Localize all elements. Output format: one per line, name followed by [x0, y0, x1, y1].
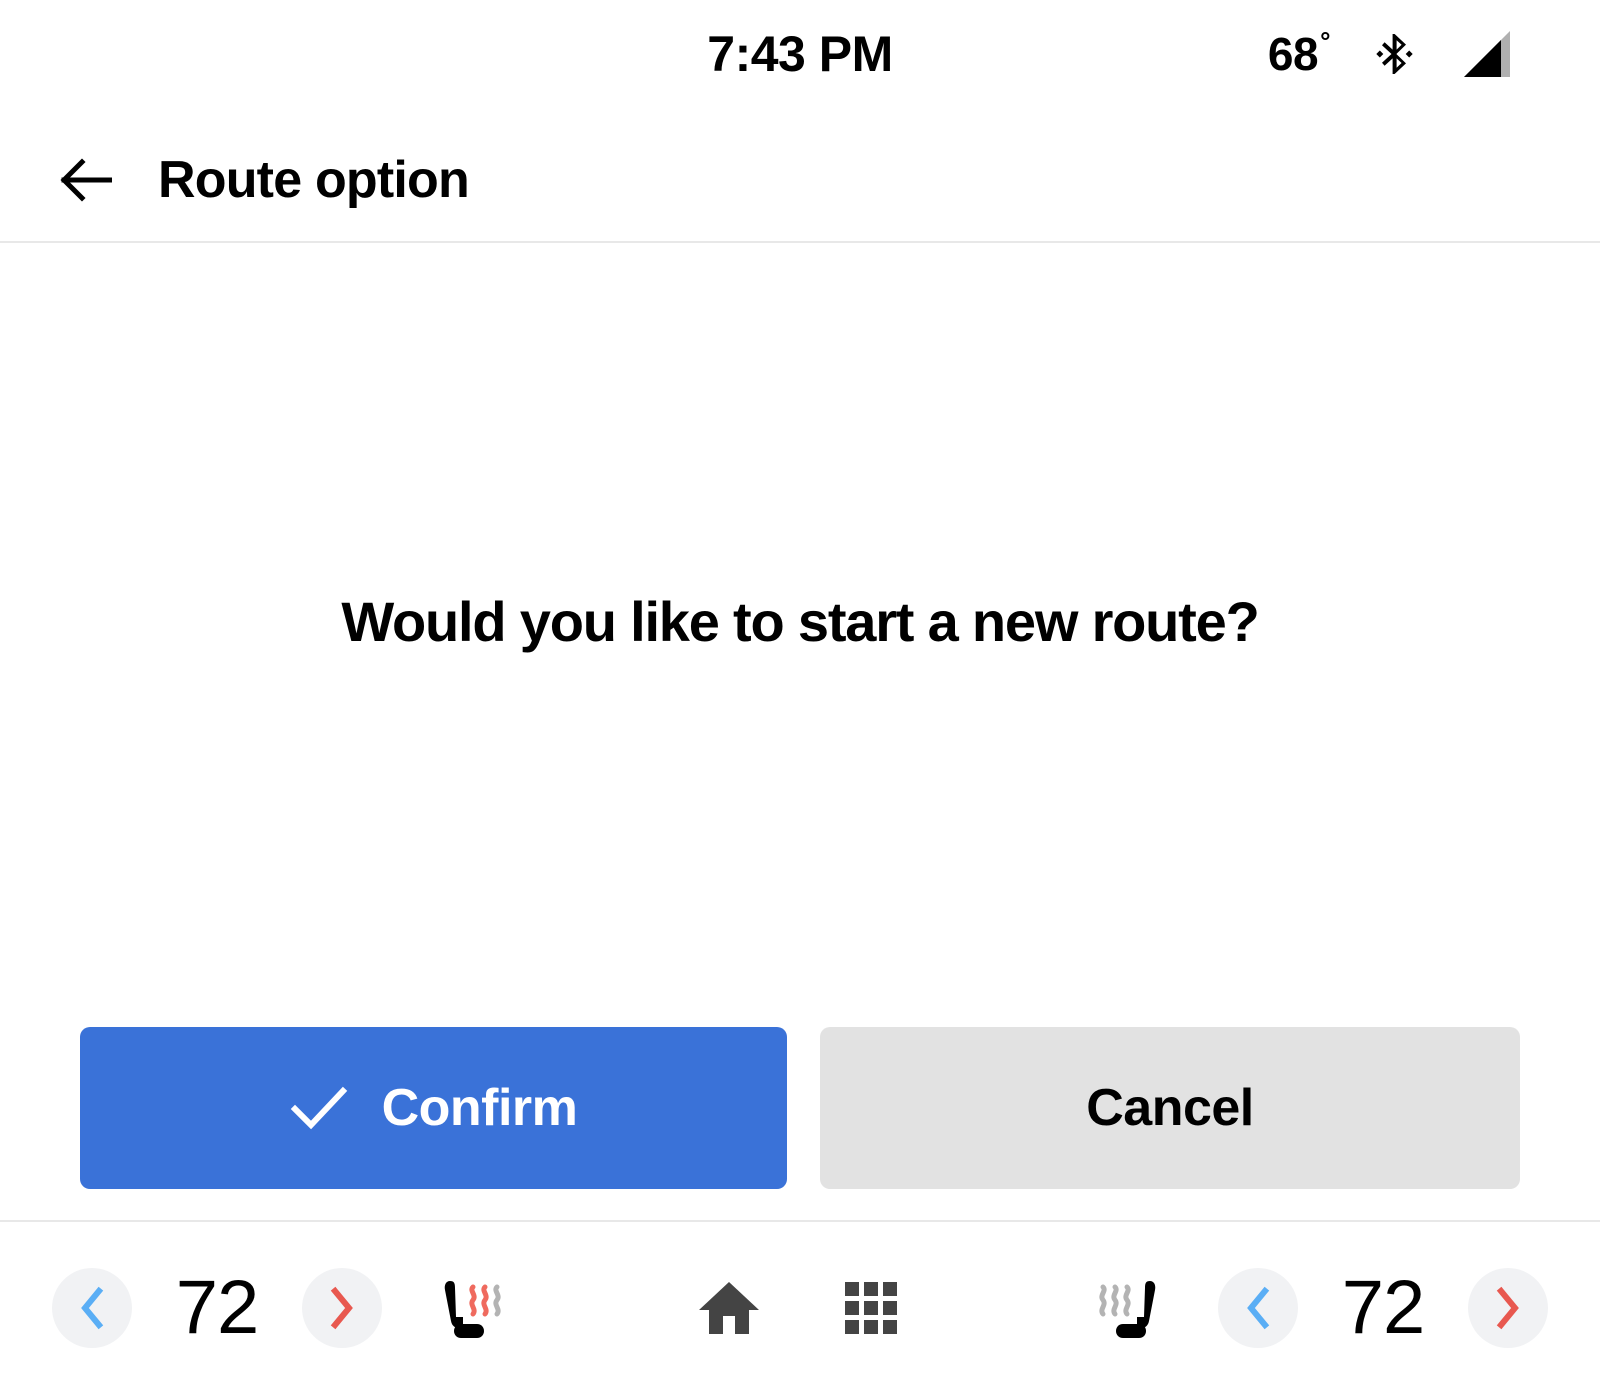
back-button[interactable] — [58, 152, 114, 208]
app-bar: Route option — [0, 118, 1600, 243]
heated-seat-left-icon — [433, 1269, 511, 1347]
passenger-heated-seat-button[interactable] — [1080, 1260, 1176, 1356]
outside-temperature: 68 ° — [1267, 24, 1331, 84]
driver-temperature-value: 72 — [175, 1265, 260, 1350]
passenger-temperature-value: 72 — [1341, 1265, 1426, 1350]
passenger-temp-increase-button[interactable] — [1468, 1268, 1548, 1348]
driver-climate-zone: 72 — [0, 1260, 520, 1356]
apps-button[interactable] — [829, 1266, 913, 1350]
car-infotainment-screen: 7:43 PM 68 ° Route option Would you like… — [0, 0, 1600, 1394]
apps-grid-icon — [843, 1280, 899, 1336]
chevron-right-icon — [1494, 1286, 1522, 1330]
climate-control-bar: 72 72 — [0, 1220, 1600, 1394]
heated-seat-right-icon — [1089, 1269, 1167, 1347]
home-icon — [697, 1278, 761, 1338]
outside-temperature-value: 68 — [1267, 28, 1319, 80]
cellular-signal-icon — [1458, 29, 1514, 79]
status-bar: 7:43 PM 68 ° — [0, 0, 1600, 118]
chevron-right-icon — [328, 1286, 356, 1330]
passenger-temp-decrease-button[interactable] — [1218, 1268, 1298, 1348]
driver-heated-seat-button[interactable] — [424, 1260, 520, 1356]
driver-temp-increase-button[interactable] — [302, 1268, 382, 1348]
passenger-climate-zone: 72 — [1080, 1260, 1600, 1356]
cancel-button[interactable]: Cancel — [820, 1027, 1520, 1189]
confirm-button[interactable]: Confirm — [80, 1027, 787, 1189]
page-title: Route option — [158, 150, 470, 209]
cancel-button-label: Cancel — [1086, 1079, 1254, 1137]
bluetooth-icon — [1374, 30, 1414, 78]
arrow-left-icon — [60, 157, 112, 202]
prompt-container: Would you like to start a new route? — [0, 588, 1600, 656]
chevron-left-icon — [1244, 1286, 1272, 1330]
check-icon — [290, 1084, 348, 1132]
main-content: Would you like to start a new route? Con… — [0, 243, 1600, 1220]
chevron-left-icon — [78, 1286, 106, 1330]
home-button[interactable] — [687, 1266, 771, 1350]
prompt-message: Would you like to start a new route? — [341, 590, 1259, 653]
status-indicators: 68 ° — [1268, 24, 1514, 84]
action-buttons: Confirm Cancel — [80, 1027, 1520, 1189]
driver-temp-decrease-button[interactable] — [52, 1268, 132, 1348]
confirm-button-label: Confirm — [381, 1079, 578, 1137]
degree-symbol: ° — [1320, 26, 1330, 56]
